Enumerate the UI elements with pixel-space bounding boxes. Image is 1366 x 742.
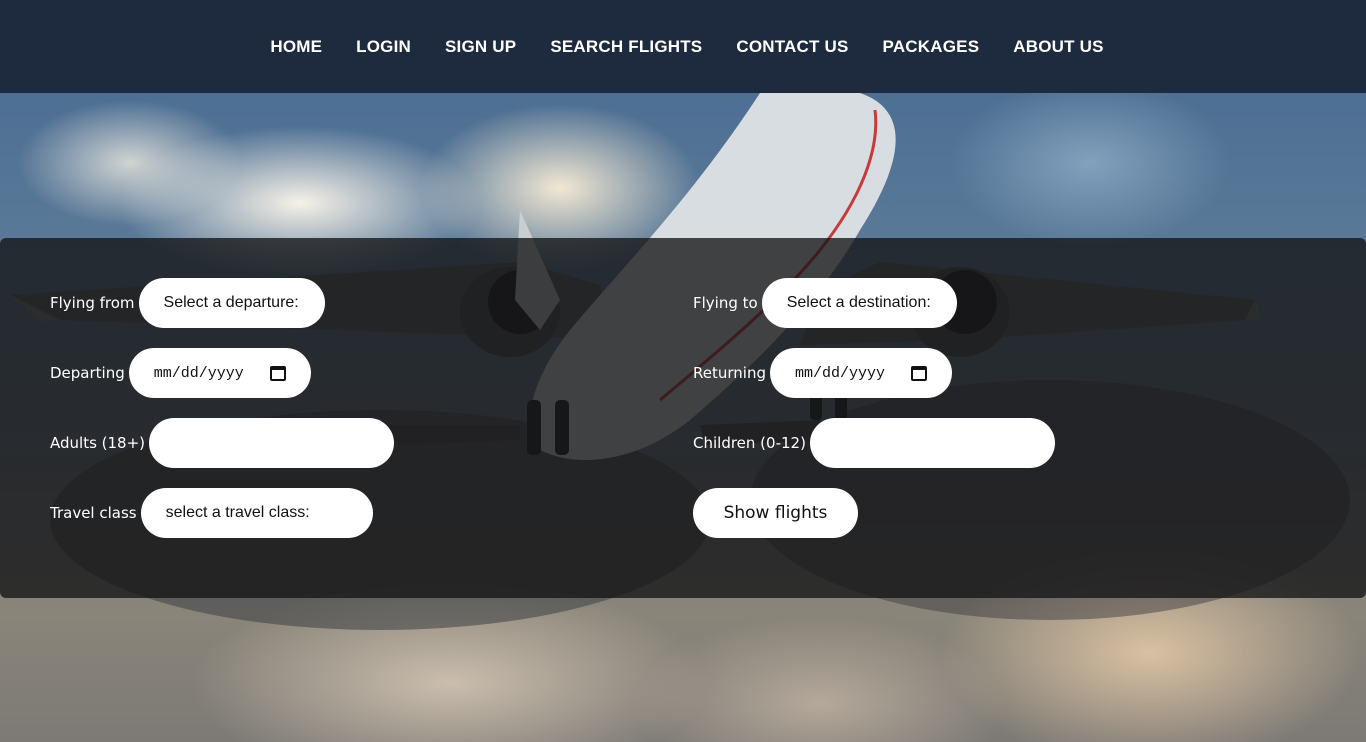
children-label: Children (0-12)	[693, 434, 806, 452]
nav-link-login[interactable]: LOGIN	[339, 37, 428, 56]
top-navbar: HOME LOGIN SIGN UP SEARCH FLIGHTS CONTAC…	[0, 0, 1366, 93]
nav-link-about-us[interactable]: ABOUT US	[996, 37, 1120, 56]
travel-class-select-value: select a travel class:	[165, 504, 310, 521]
returning-label: Returning	[693, 364, 766, 382]
calendar-icon[interactable]	[910, 365, 927, 381]
nav-link-sign-up[interactable]: SIGN UP	[428, 37, 533, 56]
travel-class-row: Travel class select a travel class:	[50, 488, 373, 538]
returning-date-placeholder: mm/dd/yyyy	[794, 364, 885, 382]
children-input[interactable]	[809, 418, 1055, 468]
show-flights-button[interactable]: Show flights	[693, 488, 858, 538]
departing-row: Departing mm/dd/yyyy	[50, 348, 311, 398]
flying-from-label: Flying from	[50, 294, 135, 312]
adults-label: Adults (18+)	[50, 434, 146, 452]
children-row: Children (0-12)	[693, 418, 1055, 468]
calendar-icon[interactable]	[269, 365, 286, 381]
departing-date-input[interactable]: mm/dd/yyyy	[128, 348, 311, 398]
returning-row: Returning mm/dd/yyyy	[693, 348, 952, 398]
travel-class-select[interactable]: select a travel class:	[140, 488, 373, 538]
departing-date-placeholder: mm/dd/yyyy	[153, 364, 244, 382]
nav-link-contact-us[interactable]: CONTACT US	[719, 37, 865, 56]
departing-label: Departing	[50, 364, 125, 382]
departure-select-value: Select a departure:	[163, 294, 299, 311]
destination-select-value: Select a destination:	[786, 294, 931, 311]
flying-from-row: Flying from Select a departure:	[50, 278, 325, 328]
adults-input[interactable]	[149, 418, 395, 468]
nav-link-home[interactable]: HOME	[253, 37, 339, 56]
flying-to-row: Flying to Select a destination:	[693, 278, 957, 328]
flying-to-label: Flying to	[693, 294, 758, 312]
travel-class-label: Travel class	[50, 504, 137, 522]
departure-select[interactable]: Select a departure:	[138, 278, 325, 328]
flight-search-form: Flying from Select a departure: Flying t…	[0, 238, 1366, 598]
nav-link-packages[interactable]: PACKAGES	[866, 37, 997, 56]
adults-row: Adults (18+)	[50, 418, 395, 468]
nav-link-search-flights[interactable]: SEARCH FLIGHTS	[533, 37, 719, 56]
returning-date-input[interactable]: mm/dd/yyyy	[769, 348, 952, 398]
nav-list: HOME LOGIN SIGN UP SEARCH FLIGHTS CONTAC…	[253, 37, 1120, 57]
destination-select[interactable]: Select a destination:	[761, 278, 957, 328]
